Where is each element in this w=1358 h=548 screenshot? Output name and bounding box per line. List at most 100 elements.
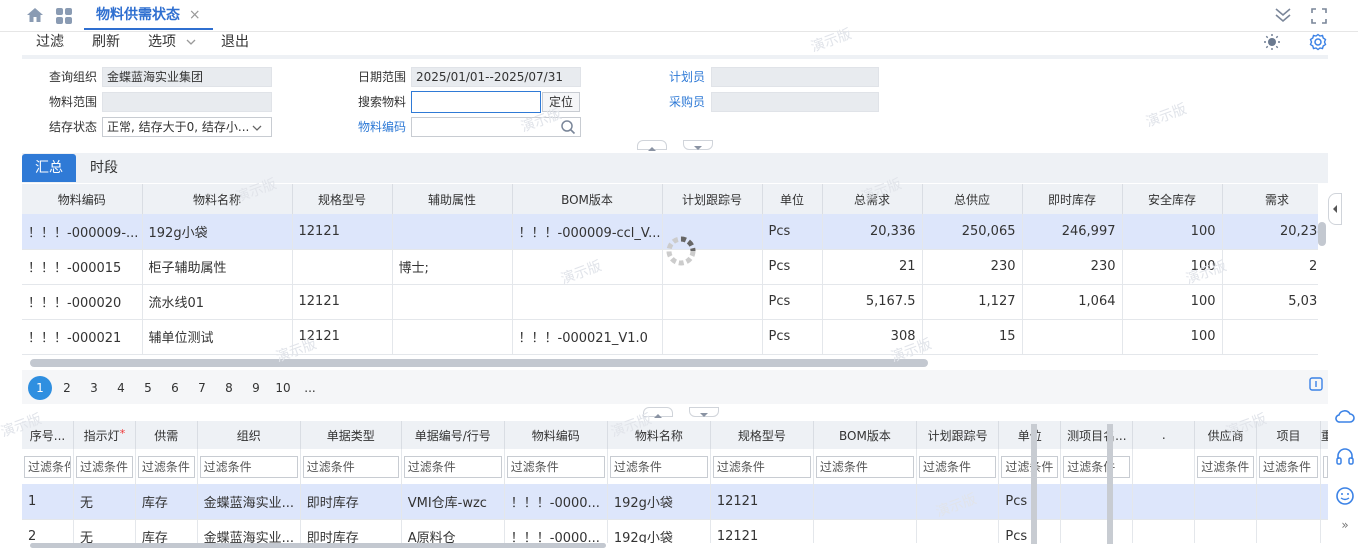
filter-input[interactable]: 过滤条件 [199,455,298,478]
column-header[interactable]: 物料编码 [504,421,608,449]
column-header[interactable]: 总供应 [922,184,1023,214]
column-header[interactable]: BOM版本 [512,184,663,214]
detail-horizontal-scrollbar[interactable] [30,543,606,548]
settings-gear-icon[interactable] [1309,33,1327,55]
page-button[interactable]: 9 [244,377,268,399]
column-header[interactable]: 组织 [197,421,301,449]
column-header[interactable]: 规格型号 [710,421,814,449]
page-button[interactable]: 3 [82,377,106,399]
sun-theme-icon[interactable] [1263,33,1281,55]
page-button[interactable]: 5 [136,377,160,399]
column-header[interactable]: 安全库存 [1122,184,1223,214]
tab-summary[interactable]: 汇总 [22,154,76,182]
column-header-label: 单据编号/行号 [414,428,491,443]
double-chevron-right-icon[interactable]: » [1334,514,1356,536]
material-code-label[interactable]: 物料编码 [358,118,406,136]
column-header[interactable]: 计划跟踪号 [916,421,1000,449]
collapse-chevron-icon[interactable] [1274,7,1292,27]
page-button[interactable]: ... [298,377,322,399]
cloud-icon[interactable] [1334,408,1356,430]
side-collapse-left-icon[interactable] [1328,193,1342,225]
column-header[interactable]: 单位 [762,184,823,214]
filter-input[interactable]: 过滤条件 [918,455,997,478]
filter-input[interactable]: 过滤条件 [302,455,399,478]
table-row[interactable]: 1 无库存 金蝶蓝海实业... 即时库存 VMI仓库-wzc ！！！-0000... 192… [22,484,1328,520]
fullscreen-icon[interactable] [1311,8,1327,28]
page-button[interactable]: 10 [271,377,295,399]
tab-close-icon[interactable]: × [189,7,201,23]
column-header[interactable]: 单据编号/行号 [401,421,505,449]
planner-label[interactable]: 计划员 [669,68,705,86]
column-header[interactable]: 单位 [998,421,1062,449]
table-row[interactable]: ！！！-000021 辅单位测试 12121 ！！！-000021_V1.0 Pcs 30… [22,319,1318,355]
headset-support-icon[interactable] [1334,447,1356,469]
column-header[interactable]: . [1132,421,1196,449]
filter-cell: 过滤条件 [73,449,136,484]
filter-input[interactable]: 过滤条件 [1322,455,1328,478]
org-field[interactable]: 金蝶蓝海实业集团 [102,67,272,87]
column-header[interactable]: 辅助属性 [392,184,513,214]
filter-input[interactable]: 过滤条件 [1197,455,1255,478]
apps-grid-icon[interactable] [55,7,73,25]
filter-input[interactable]: 过滤条件 [137,455,195,478]
smiley-feedback-icon[interactable] [1334,486,1356,508]
column-header[interactable]: 单据类型 [300,421,402,449]
vertical-scrollbar[interactable] [1318,222,1326,246]
stock-status-select[interactable]: 正常, 结存大于0, 结存小... [102,117,272,137]
filter-input[interactable]: 过滤条件 [1259,455,1318,478]
page-button[interactable]: 8 [217,377,241,399]
filter-input[interactable]: 过滤条件 [506,455,605,478]
page-button[interactable]: 7 [190,377,214,399]
frozen-column-splitter[interactable] [1031,424,1037,544]
filter-input[interactable]: 过滤条件 [24,455,72,478]
filter-input[interactable]: 过滤条件 [815,455,914,478]
column-header[interactable]: 指示灯* [73,421,136,449]
table-cell: 192g小袋 [607,519,711,543]
options-chevron-down-icon[interactable] [186,36,196,51]
filter-input[interactable]: 过滤条件 [76,455,133,478]
buyer-label[interactable]: 采购员 [669,93,705,111]
page-button[interactable]: 4 [109,377,133,399]
column-header[interactable]: 测项目名... [1060,421,1134,449]
planner-field[interactable] [711,67,879,87]
table-cell: 230 [1022,249,1123,285]
table-cell: 12121 [292,284,393,320]
buyer-field[interactable] [711,92,879,112]
column-splitter[interactable] [1107,424,1113,544]
tab-material-supply-demand[interactable]: 物料供需状态 × [84,0,213,30]
exit-button[interactable]: 退出 [221,32,249,52]
grid-expand-down-icon[interactable] [689,407,719,417]
column-header[interactable]: 规格型号 [292,184,393,214]
grid-settings-icon[interactable] [1309,377,1323,395]
page-button[interactable]: 1 [28,376,52,400]
search-material-input[interactable] [411,91,541,113]
column-header-label: 规格型号 [737,428,786,443]
column-header[interactable]: 计划跟踪号 [662,184,763,214]
page-button[interactable]: 6 [163,377,187,399]
date-range-field[interactable]: 2025/01/01--2025/07/31 [411,67,581,87]
column-header[interactable]: 重 [1320,421,1328,449]
panel-expand-down-icon[interactable] [683,140,713,150]
filter-input[interactable]: 过滤条件 [609,455,708,478]
filter-input[interactable]: 过滤条件 [1063,455,1131,478]
refresh-button[interactable]: 刷新 [92,32,120,52]
tab-period[interactable]: 时段 [80,154,128,182]
stock-status-chevron-down-icon[interactable] [252,122,262,137]
material-range-field[interactable] [102,92,272,112]
page-button[interactable]: 2 [55,377,79,399]
filter-input[interactable]: 过滤条件 [1001,455,1059,478]
filter-button[interactable]: 过滤 [36,32,64,52]
column-header[interactable]: 即时库存 [1022,184,1123,214]
column-header[interactable]: 物料编码 [22,184,143,214]
horizontal-scrollbar[interactable] [30,359,928,367]
filter-input[interactable]: 过滤条件 [403,455,502,478]
filter-input[interactable]: 过滤条件 [712,455,811,478]
panel-collapse-up-icon[interactable] [637,140,667,151]
column-header[interactable]: BOM版本 [813,421,917,449]
table-row[interactable]: ！！！-000020 流水线01 12121 Pcs 5,167.5 1,127 1,064… [22,284,1318,320]
home-icon[interactable] [26,6,44,24]
column-header[interactable]: 需求 [1222,184,1318,214]
options-button[interactable]: 选项 [148,32,176,52]
table-row[interactable]: 2 无库存 金蝶蓝海实业... 即时库存 A原料仓 ！！！-0000... 192g小袋 12… [22,519,1328,543]
column-header[interactable]: 供需 [135,421,198,449]
